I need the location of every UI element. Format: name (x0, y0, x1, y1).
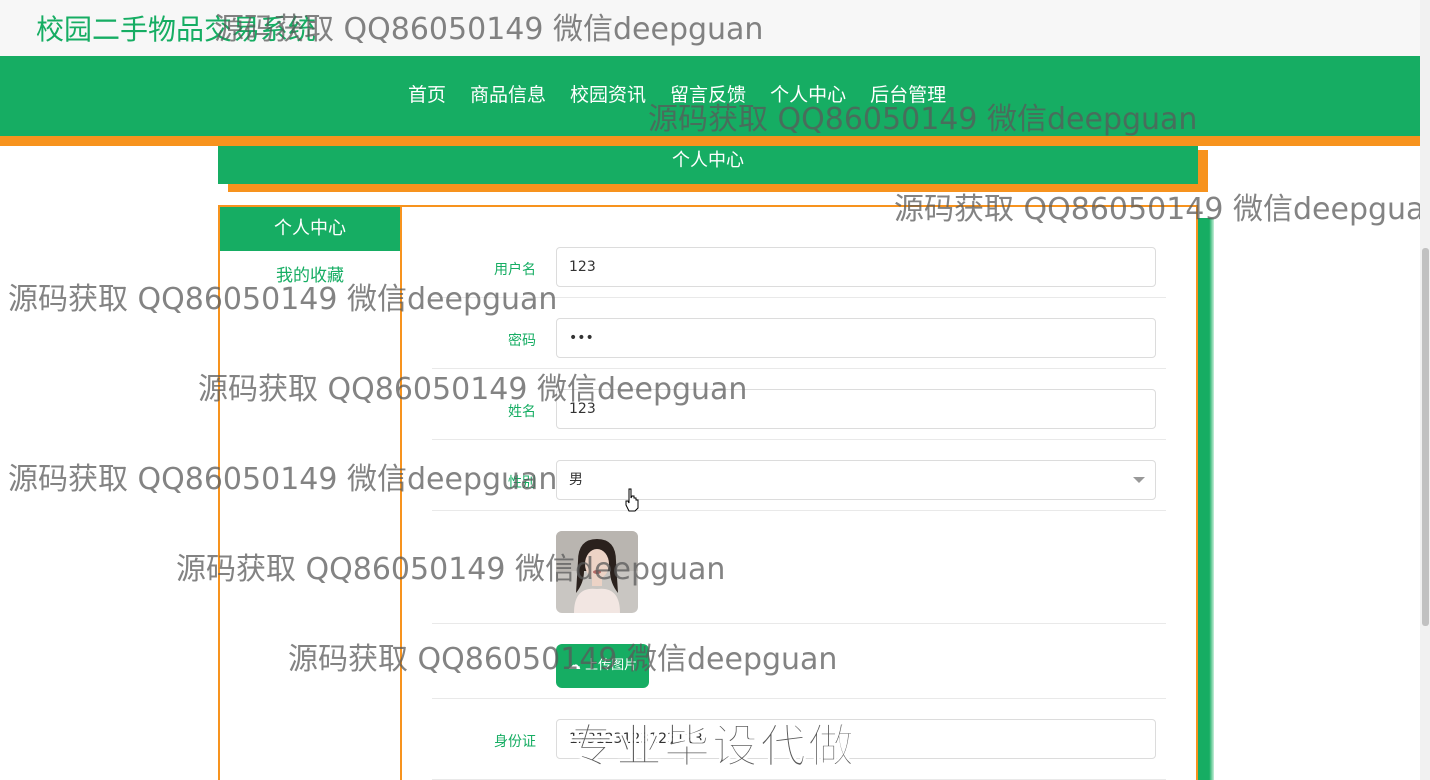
hand-cursor-icon (625, 488, 639, 512)
gender-select-value: 男 (569, 472, 583, 488)
form-row-username: 用户名 123 (432, 236, 1166, 298)
upload-image-button[interactable]: ☁ 上传图片 (556, 644, 649, 688)
sidebar-item-favorites[interactable]: 我的收藏 (220, 261, 400, 286)
top-bar: 校园二手物品交易系统 (0, 0, 1420, 56)
gender-select[interactable]: 男 (556, 460, 1156, 500)
gender-label: 性别 (508, 475, 536, 491)
cloud-upload-icon: ☁ (567, 658, 581, 673)
nav-item-home[interactable]: 首页 (396, 80, 458, 107)
site-title: 校园二手物品交易系统 (36, 13, 317, 46)
nav-item-news[interactable]: 校园资讯 (558, 80, 658, 107)
form-row-name: 姓名 123 (432, 369, 1166, 440)
username-label: 用户名 (494, 262, 536, 278)
password-label: 密码 (508, 333, 536, 349)
username-input[interactable]: 123 (556, 247, 1156, 287)
form-row-password: 密码 ••• (432, 298, 1166, 369)
nav-item-products[interactable]: 商品信息 (458, 80, 558, 107)
section-title: 个人中心 (218, 146, 1198, 184)
password-input[interactable]: ••• (556, 318, 1156, 358)
nav-item-profile[interactable]: 个人中心 (758, 80, 858, 107)
nav-underline (0, 136, 1420, 146)
nav-item-feedback[interactable]: 留言反馈 (658, 80, 758, 107)
decorative-side-bar (1198, 218, 1214, 780)
avatar (556, 531, 638, 613)
name-label: 姓名 (508, 404, 536, 420)
nav-item-admin[interactable]: 后台管理 (858, 80, 958, 107)
sidebar-title: 个人中心 (220, 207, 400, 251)
idcard-label: 身份证 (494, 734, 536, 750)
scrollbar-thumb[interactable] (1422, 248, 1429, 626)
upload-image-label: 上传图片 (585, 658, 638, 673)
form-row-gender: 性别 男 (432, 440, 1166, 511)
main-nav: 首页 商品信息 校园资讯 留言反馈 个人中心 后台管理 (0, 56, 1420, 136)
page: 校园二手物品交易系统 首页 商品信息 校园资讯 留言反馈 个人中心 后台管理 个… (0, 0, 1430, 780)
nav-list: 首页 商品信息 校园资讯 留言反馈 个人中心 后台管理 (396, 80, 958, 107)
form-row-upload (432, 624, 1166, 699)
watermark-large: 专业毕设代做 (568, 719, 856, 774)
form-row-avatar (432, 511, 1166, 624)
sidebar: 个人中心 我的收藏 (218, 205, 402, 780)
name-input[interactable]: 123 (556, 389, 1156, 429)
chevron-down-icon (1133, 477, 1145, 483)
